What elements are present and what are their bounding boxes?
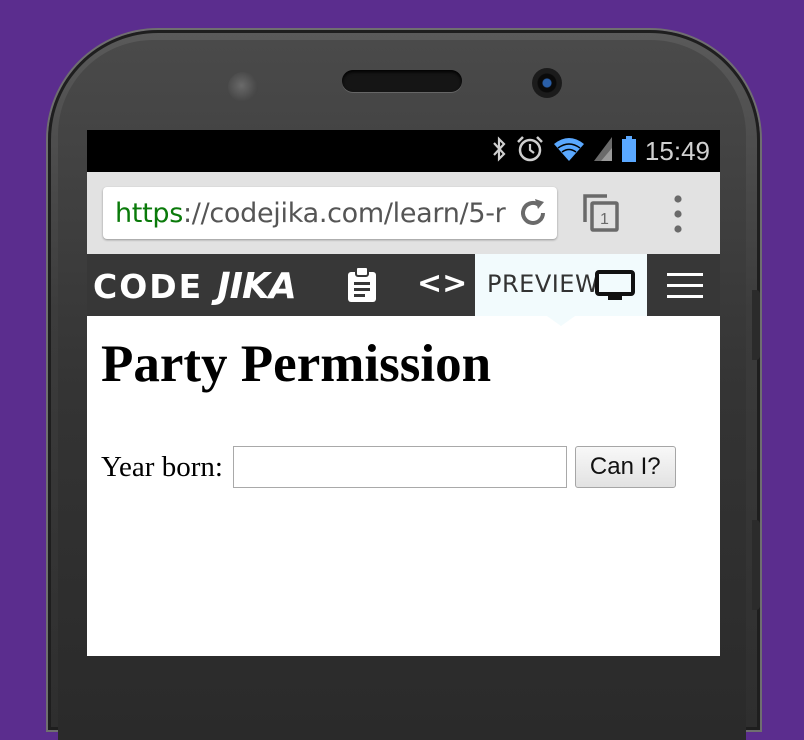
logo-code-text: CODE — [93, 266, 204, 306]
front-camera — [532, 68, 562, 98]
tab-count: 1 — [600, 211, 609, 228]
app-navbar: CODE JIKA <> PREVIEW — [87, 254, 720, 316]
codejika-logo[interactable]: CODE JIKA — [93, 265, 297, 307]
alarm-icon — [515, 134, 545, 169]
preview-tab[interactable]: PREVIEW — [475, 254, 647, 316]
reload-icon[interactable] — [517, 197, 549, 229]
browser-toolbar: https://codejika.com/learn/5-r 1 — [87, 172, 720, 254]
url-text[interactable]: https://codejika.com/learn/5-r — [115, 198, 509, 229]
earpiece-speaker — [342, 70, 462, 92]
status-bar: 15:49 — [87, 130, 720, 172]
preview-tab-pointer — [547, 316, 575, 326]
url-path: ://codejika.com/learn/5-r — [183, 198, 506, 229]
tab-switcher-button[interactable]: 1 — [581, 192, 621, 234]
url-scheme: https — [115, 198, 183, 229]
overflow-menu-icon[interactable] — [671, 194, 685, 234]
logo-jika-text: JIKA — [217, 265, 297, 307]
monitor-icon — [595, 270, 635, 302]
year-born-label: Year born: — [101, 450, 223, 483]
battery-icon — [621, 135, 637, 168]
preview-content: Party Permission Year born: Can I? — [87, 316, 720, 656]
preview-label: PREVIEW — [487, 270, 600, 298]
hamburger-icon[interactable] — [667, 273, 703, 299]
phone-side-button — [752, 520, 760, 610]
can-i-button[interactable]: Can I? — [574, 446, 676, 488]
wifi-icon — [553, 136, 585, 167]
signal-icon — [593, 136, 613, 167]
code-icon[interactable]: <> — [417, 266, 467, 301]
status-time: 15:49 — [644, 135, 710, 166]
proximity-sensor — [228, 72, 258, 102]
year-form: Year born: Can I? — [101, 446, 676, 488]
bluetooth-icon — [491, 135, 507, 167]
address-bar[interactable]: https://codejika.com/learn/5-r — [103, 187, 557, 239]
page-title: Party Permission — [101, 335, 492, 393]
clipboard-icon[interactable] — [345, 266, 379, 304]
year-born-input[interactable] — [232, 446, 567, 488]
phone-screen: 15:49 https://codejika.com/learn/5-r 1 C… — [87, 130, 720, 656]
phone-side-button — [752, 290, 760, 360]
